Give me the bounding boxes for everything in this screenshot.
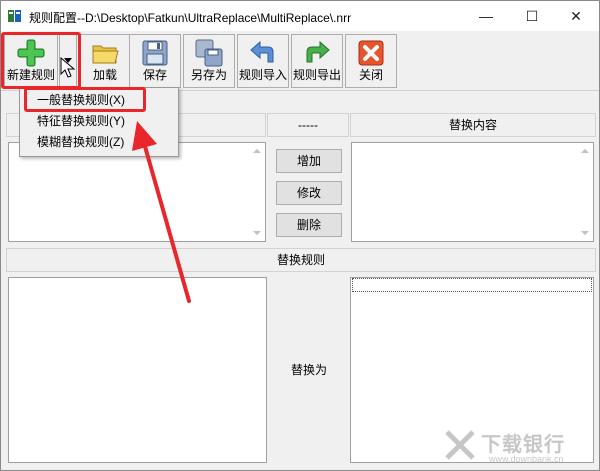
replace-rules-header: 替换规则 bbox=[6, 248, 596, 272]
close-icon: ✕ bbox=[570, 7, 582, 24]
maximize-icon: ☐ bbox=[525, 7, 539, 24]
minimize-button[interactable]: — bbox=[463, 1, 509, 31]
minimize-icon: — bbox=[479, 8, 493, 24]
delete-button[interactable]: 删除 bbox=[276, 213, 342, 237]
rule-list-area[interactable] bbox=[8, 277, 267, 463]
replace-with-input[interactable] bbox=[352, 278, 592, 292]
watermark-logo-icon bbox=[445, 430, 475, 460]
rule-export-label: 规则导出 bbox=[292, 68, 341, 82]
mouse-cursor-icon bbox=[60, 57, 76, 78]
rule-config-window: 规则配置--D:\Desktop\Fatkun\UltraReplace\Mul… bbox=[0, 0, 600, 471]
replace-content-header: 替换内容 bbox=[350, 113, 596, 137]
replace-content-header-text: 替换内容 bbox=[448, 118, 497, 132]
title-bar: 规则配置--D:\Desktop\Fatkun\UltraReplace\Mul… bbox=[1, 1, 599, 31]
find-text-area[interactable] bbox=[8, 142, 266, 242]
new-rule-button[interactable]: 新建规则 bbox=[4, 34, 58, 88]
scroll-down-icon[interactable] bbox=[581, 231, 589, 235]
close-label: 关闭 bbox=[358, 68, 383, 82]
scroll-down-icon[interactable] bbox=[253, 231, 261, 235]
scroll-up-icon[interactable] bbox=[253, 149, 261, 153]
replace-content-scrollbar[interactable] bbox=[576, 143, 593, 241]
menu-item-general-rule[interactable]: 一般替换规则(X) bbox=[20, 90, 178, 111]
watermark-url: www.downbank.cn bbox=[489, 454, 564, 464]
import-arrow-icon bbox=[250, 40, 274, 63]
close-window-button[interactable]: ✕ bbox=[553, 1, 599, 31]
close-button[interactable]: 关闭 bbox=[345, 34, 397, 88]
save-as-label: 另存为 bbox=[190, 68, 227, 82]
app-icon bbox=[8, 10, 21, 22]
rule-import-label: 规则导入 bbox=[238, 68, 287, 82]
replace-with-label: 替换为 bbox=[290, 363, 327, 377]
save-as-icon bbox=[195, 39, 223, 67]
save-button[interactable]: 保存 bbox=[129, 34, 181, 88]
folder-icon bbox=[92, 45, 119, 64]
load-button[interactable]: 加载 bbox=[79, 34, 131, 88]
save-as-button[interactable]: 另存为 bbox=[183, 34, 235, 88]
watermark: 下载银行 www.downbank.cn bbox=[441, 426, 591, 466]
replace-with-panel: 替换为 bbox=[269, 277, 349, 462]
replace-rules-header-text: 替换规则 bbox=[276, 253, 325, 267]
watermark-text: 下载银行 bbox=[481, 434, 565, 456]
save-label: 保存 bbox=[142, 68, 167, 82]
rule-import-button[interactable]: 规则导入 bbox=[237, 34, 289, 88]
plus-icon bbox=[17, 39, 45, 67]
scroll-up-icon[interactable] bbox=[581, 149, 589, 153]
new-rule-label: 新建规则 bbox=[6, 68, 55, 82]
toolbar: 新建规则 加载 保存 另存为 规则导入 规则导出 关闭 bbox=[1, 31, 599, 91]
maximize-button[interactable]: ☐ bbox=[509, 1, 555, 31]
rule-export-button[interactable]: 规则导出 bbox=[291, 34, 343, 88]
menu-item-feature-rule[interactable]: 特征替换规则(Y) bbox=[20, 111, 178, 132]
middle-header-text: ----- bbox=[298, 118, 318, 132]
find-text-scrollbar[interactable] bbox=[248, 143, 265, 241]
close-x-icon bbox=[358, 40, 384, 66]
add-button[interactable]: 增加 bbox=[276, 149, 342, 173]
menu-item-fuzzy-rule[interactable]: 模糊替换规则(Z) bbox=[20, 132, 178, 153]
new-rule-menu: 一般替换规则(X) 特征替换规则(Y) 模糊替换规则(Z) bbox=[19, 87, 179, 157]
window-title: 规则配置--D:\Desktop\Fatkun\UltraReplace\Mul… bbox=[29, 11, 352, 25]
load-label: 加载 bbox=[92, 68, 117, 82]
floppy-disk-icon bbox=[142, 40, 168, 66]
modify-button[interactable]: 修改 bbox=[276, 181, 342, 205]
replace-content-area[interactable] bbox=[351, 142, 594, 242]
export-arrow-icon bbox=[306, 40, 330, 63]
middle-header: ----- bbox=[267, 113, 349, 137]
